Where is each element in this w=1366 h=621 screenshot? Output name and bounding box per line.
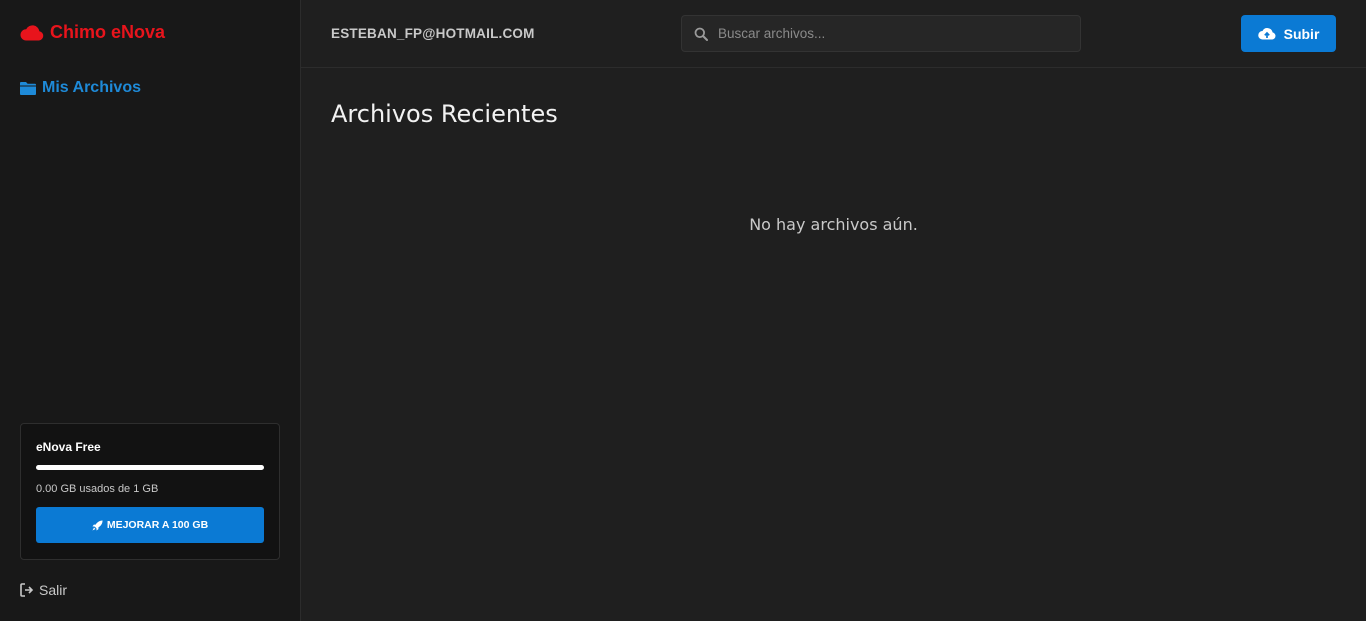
page-title: Archivos Recientes bbox=[331, 100, 558, 128]
upgrade-label: MEJORAR A 100 GB bbox=[106, 519, 209, 531]
brand-name: Chimo eNova bbox=[50, 22, 166, 42]
logout-label: Salir bbox=[39, 582, 68, 598]
sidebar: Chimo eNova Mis Archivos eNova Free 0.00… bbox=[0, 0, 301, 621]
sign-out-icon bbox=[20, 583, 34, 597]
folder-icon bbox=[20, 82, 36, 95]
rocket-icon bbox=[92, 519, 103, 531]
upload-button[interactable]: Subir bbox=[1241, 15, 1336, 52]
storage-progress-bar bbox=[36, 465, 264, 470]
storage-plan-card: eNova Free 0.00 GB usados de 1 GB MEJORA… bbox=[20, 423, 280, 560]
empty-state-message: No hay archivos aún. bbox=[749, 215, 918, 234]
upload-label: Subir bbox=[1283, 25, 1320, 42]
brand-logo[interactable]: Chimo eNova bbox=[20, 22, 165, 43]
plan-name: eNova Free bbox=[36, 440, 101, 454]
storage-usage-text: 0.00 GB usados de 1 GB bbox=[36, 483, 159, 495]
app-root: Chimo eNova Mis Archivos eNova Free 0.00… bbox=[0, 0, 1366, 621]
user-email: ESTEBAN_FP@HOTMAIL.COM bbox=[331, 26, 535, 41]
sidebar-item-mis-archivos[interactable]: Mis Archivos bbox=[20, 79, 141, 97]
search-icon bbox=[694, 27, 708, 41]
search-input[interactable] bbox=[718, 26, 1058, 41]
logout-link[interactable]: Salir bbox=[20, 582, 67, 598]
upgrade-button[interactable]: MEJORAR A 100 GB bbox=[36, 507, 264, 543]
cloud-icon bbox=[20, 24, 44, 40]
sidebar-item-label: Mis Archivos bbox=[42, 79, 141, 96]
cloud-upload-icon bbox=[1257, 27, 1276, 39]
search-box[interactable] bbox=[681, 15, 1081, 52]
top-bar: ESTEBAN_FP@HOTMAIL.COM Subir bbox=[301, 0, 1366, 68]
main-content: ESTEBAN_FP@HOTMAIL.COM Subir Archivos Re… bbox=[301, 0, 1366, 621]
